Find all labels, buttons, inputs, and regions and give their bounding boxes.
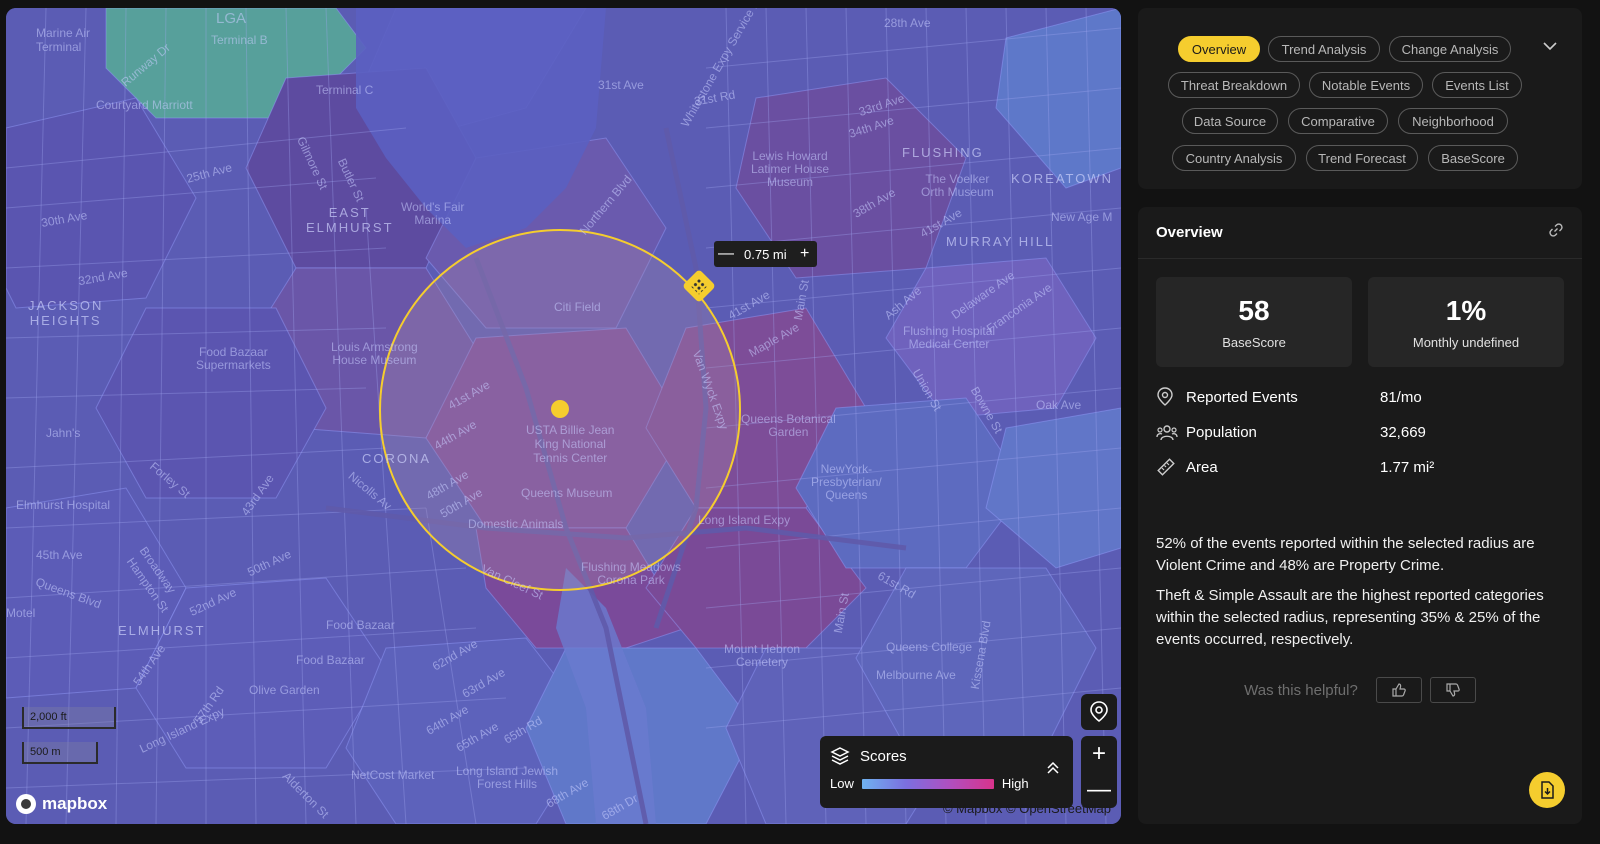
mapbox-logo-icon — [16, 794, 36, 814]
chevron-double-up-icon — [1047, 761, 1059, 774]
basescore-stat: 58 BaseScore — [1156, 277, 1352, 367]
map-attribution[interactable]: © Mapbox © OpenStreetMap — [943, 801, 1111, 816]
download-report-button[interactable] — [1529, 772, 1565, 808]
tab-trend-analysis[interactable]: Trend Analysis — [1268, 36, 1380, 62]
tab-notable-events[interactable]: Notable Events — [1309, 72, 1423, 98]
map-view[interactable]: LGA Marine Air Terminal Terminal B Termi… — [6, 8, 1121, 824]
layers-icon — [830, 747, 850, 765]
mapbox-logo-text: mapbox — [42, 794, 108, 813]
scores-legend: Scores Low High — [820, 736, 1073, 808]
overview-panel: Overview 58 BaseScore 1% Monthly undefin… — [1138, 207, 1582, 824]
metric-value: 1.77 mi² — [1380, 458, 1435, 476]
legend-high-label: High — [1001, 776, 1029, 791]
tab-neighborhood[interactable]: Neighborhood — [1398, 108, 1508, 134]
tab-events-list[interactable]: Events List — [1432, 72, 1522, 98]
legend-title: Scores — [860, 747, 907, 765]
file-download-icon — [1541, 781, 1554, 799]
radius-value: 0.75 mi — [744, 246, 787, 262]
link-icon — [1549, 223, 1563, 237]
tab-change-analysis[interactable]: Change Analysis — [1389, 36, 1511, 62]
map-pin-icon — [1090, 701, 1108, 723]
radius-control: — 0.75 mi + — [714, 241, 817, 267]
tab-basescore[interactable]: BaseScore — [1428, 145, 1518, 171]
metric-value: 32,669 — [1380, 423, 1426, 441]
people-icon — [1156, 423, 1186, 441]
thumbs-up-button[interactable] — [1375, 677, 1422, 703]
metric-area: Area 1.77 mi² — [1156, 455, 1556, 479]
stat-label: Monthly undefined — [1412, 334, 1520, 350]
legend-low-label: Low — [830, 776, 854, 791]
legend-gradient-bar — [861, 778, 994, 789]
metric-reported-events: Reported Events 81/mo — [1156, 385, 1556, 409]
feedback-row: Was this helpful? — [1138, 677, 1582, 703]
drag-dots-icon — [690, 277, 708, 295]
thumbs-down-button[interactable] — [1429, 677, 1476, 703]
stat-value: 58 — [1238, 294, 1270, 326]
locate-button[interactable] — [1081, 694, 1117, 730]
radius-decrease-button[interactable]: — — [714, 241, 738, 267]
panel-title: Overview — [1156, 224, 1223, 241]
ruler-icon — [1156, 457, 1186, 477]
radius-increase-button[interactable]: + — [793, 241, 817, 267]
stat-value: 1% — [1445, 294, 1487, 326]
zoom-controls: + — — [1081, 736, 1117, 808]
center-marker — [551, 400, 569, 418]
chevron-down-icon — [1543, 42, 1557, 51]
tab-comparative[interactable]: Comparative — [1288, 108, 1388, 134]
monthly-change-stat: 1% Monthly undefined — [1368, 277, 1564, 367]
expand-tabs-button[interactable] — [1542, 38, 1558, 56]
metric-label: Population — [1186, 423, 1257, 441]
thumbs-up-icon — [1392, 683, 1406, 697]
metric-population: Population 32,669 — [1156, 420, 1556, 444]
summary-paragraph: 52% of the events reported within the se… — [1156, 535, 1535, 574]
mapbox-logo[interactable]: mapbox — [16, 794, 107, 814]
copy-link-button[interactable] — [1548, 222, 1564, 243]
scale-bar-m: 500 m — [22, 742, 98, 764]
thumbs-down-icon — [1446, 683, 1460, 697]
tab-overview[interactable]: Overview — [1178, 36, 1260, 62]
scale-bar-ft: 2,000 ft — [22, 707, 116, 729]
metric-value: 81/mo — [1380, 388, 1422, 406]
tab-trend-forecast[interactable]: Trend Forecast — [1306, 145, 1418, 171]
tab-country-analysis[interactable]: Country Analysis — [1172, 145, 1296, 171]
location-pin-icon — [1156, 387, 1186, 407]
feedback-prompt: Was this helpful? — [1244, 681, 1358, 699]
summary-paragraph: Theft & Simple Assault are the highest r… — [1156, 587, 1544, 648]
metric-label: Area — [1186, 458, 1218, 476]
metric-label: Reported Events — [1186, 388, 1298, 406]
stat-label: BaseScore — [1222, 334, 1286, 350]
tabs-panel: Overview Trend Analysis Change Analysis … — [1138, 8, 1582, 189]
tab-threat-breakdown[interactable]: Threat Breakdown — [1168, 72, 1300, 98]
map-canvas[interactable] — [6, 8, 1121, 824]
tab-data-source[interactable]: Data Source — [1182, 108, 1278, 134]
collapse-legend-button[interactable] — [1045, 760, 1061, 781]
zoom-in-button[interactable]: + — [1081, 736, 1117, 772]
